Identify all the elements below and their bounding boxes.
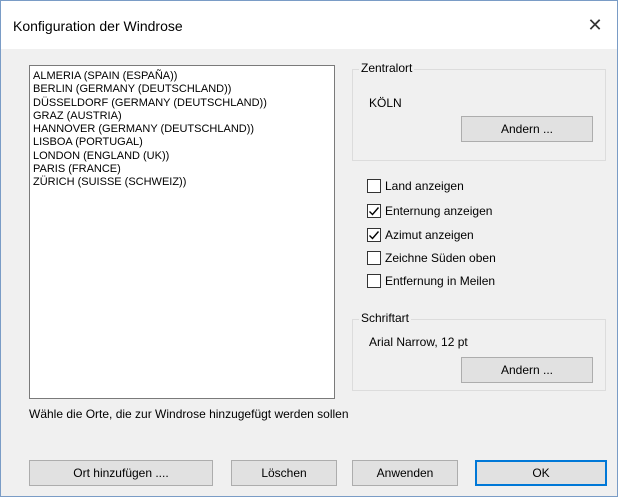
city-listbox[interactable]: ALMERIA (SPAIN (ESPAÑA)) BERLIN (GERMANY… — [29, 65, 335, 399]
option-label: Azimut anzeigen — [385, 228, 474, 242]
option-label: Land anzeigen — [385, 179, 464, 193]
list-item[interactable]: ZÜRICH (SUISSE (SCHWEIZ)) — [33, 176, 331, 189]
option-entfernung-meilen[interactable]: Entfernung in Meilen — [367, 272, 495, 290]
zentralort-value: KÖLN — [369, 96, 402, 110]
list-item[interactable]: ALMERIA (SPAIN (ESPAÑA)) — [33, 70, 331, 83]
option-enternung-anzeigen[interactable]: Enternung anzeigen — [367, 202, 492, 220]
checkbox[interactable] — [367, 179, 381, 193]
list-item[interactable]: HANNOVER (GERMANY (DEUTSCHLAND)) — [33, 123, 331, 136]
option-sueden-oben[interactable]: Zeichne Süden oben — [367, 249, 496, 267]
option-label: Entfernung in Meilen — [385, 274, 496, 288]
checkbox[interactable] — [367, 204, 381, 218]
option-land-anzeigen[interactable]: Land anzeigen — [367, 177, 464, 195]
checkmark-icon — [369, 231, 380, 240]
list-item[interactable]: BERLIN (GERMANY (DEUTSCHLAND)) — [33, 83, 331, 96]
list-item[interactable]: DÜSSELDORF (GERMANY (DEUTSCHLAND)) — [33, 97, 331, 110]
change-zentralort-button[interactable]: Andern ... — [461, 116, 593, 142]
checkbox[interactable] — [367, 251, 381, 265]
checkmark-icon — [369, 207, 380, 216]
zentralort-label: Zentralort — [359, 61, 415, 75]
schriftart-label: Schriftart — [359, 311, 412, 325]
delete-button[interactable]: Löschen — [231, 460, 337, 486]
window-title: Konfiguration der Windrose — [13, 18, 183, 34]
title-bar: Konfiguration der Windrose ✕ — [1, 1, 617, 49]
checkbox[interactable] — [367, 274, 381, 288]
change-font-button[interactable]: Andern ... — [461, 357, 593, 383]
checkbox[interactable] — [367, 228, 381, 242]
add-location-button[interactable]: Ort hinzufügen .... — [29, 460, 213, 486]
zentralort-group — [352, 69, 606, 161]
list-item[interactable]: PARIS (FRANCE) — [33, 163, 331, 176]
instruction-text: Wähle die Orte, die zur Windrose hinzuge… — [29, 407, 349, 421]
option-azimut-anzeigen[interactable]: Azimut anzeigen — [367, 226, 474, 244]
list-item[interactable]: LONDON (ENGLAND (UK)) — [33, 150, 331, 163]
apply-button[interactable]: Anwenden — [352, 460, 458, 486]
list-item[interactable]: GRAZ (AUSTRIA) — [33, 110, 331, 123]
list-item[interactable]: LISBOA (PORTUGAL) — [33, 136, 331, 149]
close-button[interactable]: ✕ — [573, 7, 617, 43]
windrose-config-dialog: Konfiguration der Windrose ✕ ALMERIA (SP… — [0, 0, 618, 497]
close-icon: ✕ — [587, 14, 603, 35]
ok-button[interactable]: OK — [475, 460, 607, 486]
option-label: Zeichne Süden oben — [385, 251, 496, 265]
schriftart-value: Arial Narrow, 12 pt — [369, 335, 468, 349]
option-label: Enternung anzeigen — [385, 204, 493, 218]
